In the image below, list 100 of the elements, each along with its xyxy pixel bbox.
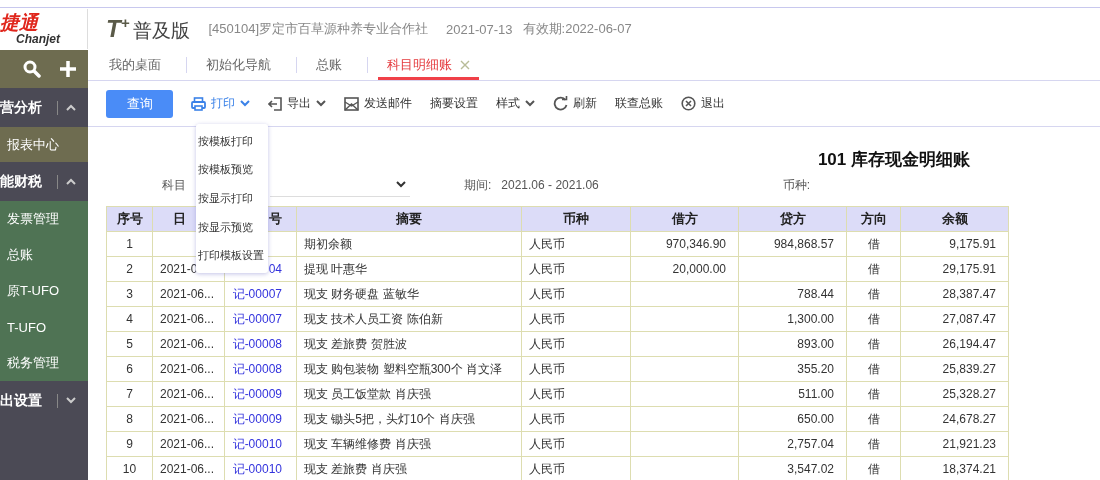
sidebar-item[interactable]: 总账 bbox=[0, 237, 88, 273]
column-header: 币种 bbox=[521, 206, 631, 232]
table-cell: 人民币 bbox=[529, 261, 565, 276]
table-cell: 3 bbox=[126, 287, 133, 301]
table-cell: 2021-06... bbox=[160, 287, 215, 301]
table-cell: 2021-0 bbox=[160, 262, 198, 276]
table-cell: 28,387.47 bbox=[942, 287, 996, 301]
exit-icon bbox=[681, 96, 696, 111]
table-cell: 29,175.91 bbox=[942, 262, 996, 276]
table-cell: 人民币 bbox=[529, 236, 565, 251]
table-cell: 27,087.47 bbox=[942, 312, 996, 326]
toolbar-button[interactable]: 联查总账 bbox=[615, 95, 663, 112]
sidebar-group-label[interactable]: 营分析 bbox=[0, 98, 42, 117]
toolbar-button[interactable]: 刷新 bbox=[553, 95, 597, 112]
sidebar-group-label[interactable]: 能财税 bbox=[0, 172, 42, 191]
table-cell: 3,547.02 bbox=[787, 462, 834, 476]
toolbar-button[interactable]: 退出 bbox=[681, 95, 725, 112]
voucher-link[interactable]: 04 bbox=[268, 262, 282, 276]
table-cell: 5 bbox=[126, 337, 133, 351]
table-cell: 现支 差旅费 肖庆强 bbox=[304, 461, 407, 476]
table-cell: 借 bbox=[867, 386, 880, 401]
brand-logo-text: 捷通 bbox=[0, 12, 38, 33]
menu-button[interactable]: 打印 bbox=[191, 95, 250, 112]
table-cell: 期初余额 bbox=[304, 236, 352, 251]
table-cell: 6 bbox=[126, 362, 133, 376]
product-logo: T$^{+}$ bbox=[106, 14, 130, 43]
export-icon bbox=[268, 96, 282, 111]
table-cell: 650.00 bbox=[797, 412, 834, 426]
toolbar-button[interactable]: 发送邮件 bbox=[344, 95, 412, 112]
sidebar-item[interactable]: 原T-UFO bbox=[0, 273, 88, 309]
table-cell: 9,175.91 bbox=[949, 237, 996, 251]
search-icon[interactable] bbox=[23, 60, 41, 78]
table-cell: 借 bbox=[867, 411, 880, 426]
tab[interactable]: 总账 bbox=[307, 50, 351, 80]
table-cell: 现支 购包装物 塑料空瓶300个 肖文泽 bbox=[304, 361, 503, 376]
tab[interactable]: 我的桌面 bbox=[100, 50, 170, 80]
table-cell: 人民币 bbox=[529, 361, 565, 376]
table-cell: 893.00 bbox=[797, 337, 834, 351]
table-cell: 2,757.04 bbox=[787, 437, 834, 451]
printer-icon bbox=[191, 96, 206, 111]
table-cell: 人民币 bbox=[529, 311, 565, 326]
sidebar-item[interactable]: 税务管理 bbox=[0, 345, 88, 381]
table-cell: 4 bbox=[126, 312, 133, 326]
table-cell: 人民币 bbox=[529, 286, 565, 301]
company-name: [450104]罗定市百草源种养专业合作社 bbox=[208, 20, 429, 38]
table-cell: 2021-06... bbox=[160, 312, 215, 326]
table-cell: 970,346.90 bbox=[665, 237, 726, 251]
menu-button[interactable]: 样式 bbox=[496, 95, 535, 112]
sidebar-group-label[interactable]: 出设置 bbox=[0, 391, 42, 410]
table-cell: 借 bbox=[867, 436, 880, 451]
table-cell: 355.20 bbox=[797, 362, 834, 376]
table-cell: 现支 锄头5把，头灯10个 肖庆强 bbox=[304, 411, 475, 426]
table-cell: 人民币 bbox=[529, 386, 565, 401]
table-cell: 8 bbox=[126, 412, 133, 426]
table-cell: 511.00 bbox=[798, 387, 834, 401]
edition-label: 普及版 bbox=[133, 19, 191, 43]
table-cell: 9 bbox=[126, 437, 133, 451]
table-cell: 借 bbox=[867, 286, 880, 301]
table-cell: 25,328.27 bbox=[942, 387, 996, 401]
table-cell: 2021-06... bbox=[160, 412, 215, 426]
report-title: 101 库存现金明细账 bbox=[817, 149, 970, 171]
login-date: 2021-07-13 bbox=[446, 21, 513, 37]
table-cell: 1,300.00 bbox=[787, 312, 834, 326]
column-header: 借方 bbox=[630, 206, 739, 232]
table-cell: 2021-06... bbox=[160, 387, 215, 401]
column-header: 方向 bbox=[846, 206, 901, 232]
column-header: 贷方 bbox=[738, 206, 847, 232]
sidebar-item[interactable]: 发票管理 bbox=[0, 201, 88, 237]
column-header: 序号 bbox=[106, 206, 153, 232]
chevron-down-icon bbox=[396, 181, 406, 188]
table-cell: 人民币 bbox=[529, 461, 565, 476]
tab[interactable]: 科目明细账 bbox=[378, 50, 479, 80]
table-cell: 21,921.23 bbox=[942, 437, 996, 451]
mail-icon bbox=[344, 96, 359, 111]
table-cell: 人民币 bbox=[529, 436, 565, 451]
sidebar-item[interactable]: T-UFO bbox=[0, 309, 88, 345]
table-cell: 借 bbox=[867, 336, 880, 351]
table-cell: 提现 叶惠华 bbox=[304, 261, 368, 276]
table-cell: 借 bbox=[867, 361, 880, 376]
plus-icon[interactable] bbox=[59, 60, 77, 78]
menu-item[interactable]: 按模板打印 bbox=[196, 127, 268, 156]
table-cell: 现支 技术人员工资 陈伯新 bbox=[304, 311, 443, 326]
table-cell: 18,374.21 bbox=[942, 462, 996, 476]
validity-date: 有效期:2022-06-07 bbox=[522, 20, 632, 38]
refresh-icon bbox=[553, 96, 568, 111]
table-cell: 2021-06... bbox=[160, 437, 215, 451]
table-cell: 1 bbox=[126, 237, 133, 251]
menu-button[interactable]: 导出 bbox=[268, 95, 326, 112]
table-cell: 借 bbox=[867, 261, 880, 276]
table-cell: 7 bbox=[126, 387, 133, 401]
table-cell: 借 bbox=[867, 311, 880, 326]
currency-label: 币种: bbox=[782, 176, 811, 194]
table-cell: 2021-06... bbox=[160, 337, 215, 351]
period-label: 期间: bbox=[464, 176, 492, 194]
toolbar-button[interactable]: 摘要设置 bbox=[430, 95, 478, 112]
menu-item[interactable]: 打印模板设置 bbox=[196, 241, 268, 270]
table-cell: 984,868.57 bbox=[773, 237, 834, 251]
menu-item[interactable]: 按模板预览 bbox=[196, 155, 268, 185]
tab[interactable]: 初始化导航 bbox=[197, 50, 280, 80]
subject-label: 科目 bbox=[162, 176, 186, 194]
